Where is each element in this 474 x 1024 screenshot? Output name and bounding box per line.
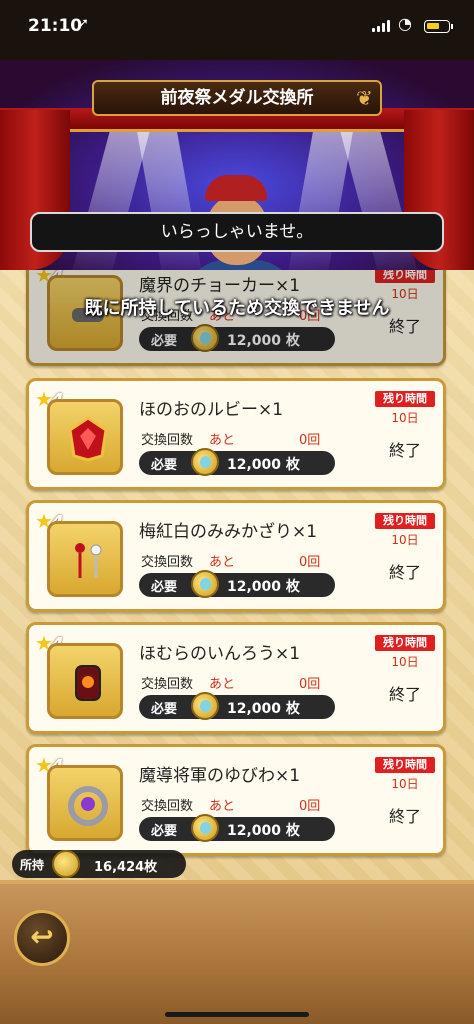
battery-icon <box>424 20 453 33</box>
remaining-count: 0回 <box>299 555 321 570</box>
required-cost: 必要 12,000 枚 <box>139 814 335 842</box>
required-label: 必要 <box>151 458 178 473</box>
exchange-item-list[interactable]: ★4 魔界のチョーカー×1 交換回数 あと 0回 必要 12,000 枚 残り時… <box>0 270 474 880</box>
item-name: ほのおのルビー×1 <box>139 400 284 420</box>
ornament-icon: ❦ <box>356 86 373 110</box>
days-left: 10日 <box>391 777 419 791</box>
exchange-count-label: 交換回数 <box>141 677 194 692</box>
required-label: 必要 <box>151 824 178 839</box>
cost-amount: 12,000 枚 <box>227 701 300 717</box>
time-left-badge: 残り時間 <box>375 635 435 651</box>
medal-coin-icon <box>52 850 80 878</box>
medal-balance: 所持 16,424枚 <box>12 850 186 878</box>
signal-icon <box>372 20 390 32</box>
days-left: 10日 <box>391 411 419 425</box>
cost-amount: 12,000 枚 <box>227 457 300 473</box>
medal-coin-icon <box>191 324 219 352</box>
cost-amount: 12,000 枚 <box>227 333 300 349</box>
balance-label: 所持 <box>20 858 45 872</box>
cost-amount: 12,000 枚 <box>227 579 300 595</box>
remaining-count: 0回 <box>299 677 321 692</box>
earring-icon <box>47 521 123 597</box>
ring-icon <box>47 765 123 841</box>
item-name: 魔界のチョーカー×1 <box>139 276 301 296</box>
item-name: 魔導将軍のゆびわ×1 <box>139 766 301 786</box>
back-button[interactable]: ↩ <box>14 910 70 966</box>
wifi-icon: ◔ <box>398 14 412 33</box>
status-bar: 21:10 ➚ ◔ <box>0 0 474 60</box>
remaining-count: 0回 <box>299 799 321 814</box>
balance-amount: 16,424枚 <box>94 860 158 875</box>
location-arrow-icon: ➚ <box>78 16 89 31</box>
medal-coin-icon <box>191 448 219 476</box>
remaining-count: 0回 <box>299 433 321 448</box>
remaining-label: あと <box>209 799 236 814</box>
time-left-badge: 残り時間 <box>375 757 435 773</box>
time-left-badge: 残り時間 <box>375 513 435 529</box>
exchange-count-label: 交換回数 <box>141 799 194 814</box>
list-item[interactable]: ★4 梅紅白のみみかざり×1 交換回数 あと 0回 必要 12,000 枚 残り… <box>26 500 446 612</box>
required-cost: 必要 12,000 枚 <box>139 692 335 720</box>
required-label: 必要 <box>151 702 178 717</box>
required-label: 必要 <box>151 580 178 595</box>
days-left: 10日 <box>391 533 419 547</box>
list-item[interactable]: ★4 魔導将軍のゆびわ×1 交換回数 あと 0回 必要 12,000 枚 残り時… <box>26 744 446 856</box>
time-left-badge: 残り時間 <box>375 391 435 407</box>
required-label: 必要 <box>151 334 178 349</box>
list-item[interactable]: ★4 ほのおのルビー×1 交換回数 あと 0回 必要 12,000 枚 残り時間… <box>26 378 446 490</box>
back-arrow-icon: ↩ <box>30 920 54 953</box>
status-label: 終了 <box>388 441 421 460</box>
remaining-label: あと <box>209 677 236 692</box>
required-cost: 必要 12,000 枚 <box>139 324 335 352</box>
medal-coin-icon <box>191 570 219 598</box>
home-indicator[interactable] <box>165 1012 309 1017</box>
status-label: 終了 <box>388 807 421 826</box>
cost-amount: 12,000 枚 <box>227 823 300 839</box>
required-cost: 必要 12,000 枚 <box>139 570 335 598</box>
footer-bar: ↩ <box>0 880 474 1024</box>
status-label: 終了 <box>388 563 421 582</box>
required-cost: 必要 12,000 枚 <box>139 448 335 476</box>
ruby-icon <box>47 399 123 475</box>
remaining-label: あと <box>209 555 236 570</box>
time-left-badge: 残り時間 <box>375 270 435 283</box>
exchange-count-label: 交換回数 <box>141 555 194 570</box>
already-owned-notice: 既に所持しているため交換できません <box>84 298 390 319</box>
item-name: ほむらのいんろう×1 <box>139 644 301 664</box>
exchange-count-label: 交換回数 <box>141 433 194 448</box>
medal-coin-icon <box>191 692 219 720</box>
inro-icon <box>47 643 123 719</box>
medal-coin-icon <box>191 814 219 842</box>
page-title: 前夜祭メダル交換所 <box>92 80 382 116</box>
remaining-label: あと <box>209 433 236 448</box>
item-name: 梅紅白のみみかざり×1 <box>139 522 318 542</box>
status-label: 終了 <box>388 685 421 704</box>
npc-greeting: いらっしゃいませ。 <box>30 212 444 252</box>
status-time: 21:10 <box>28 16 83 36</box>
days-left: 10日 <box>391 655 419 669</box>
list-item[interactable]: ★4 ほむらのいんろう×1 交換回数 あと 0回 必要 12,000 枚 残り時… <box>26 622 446 734</box>
